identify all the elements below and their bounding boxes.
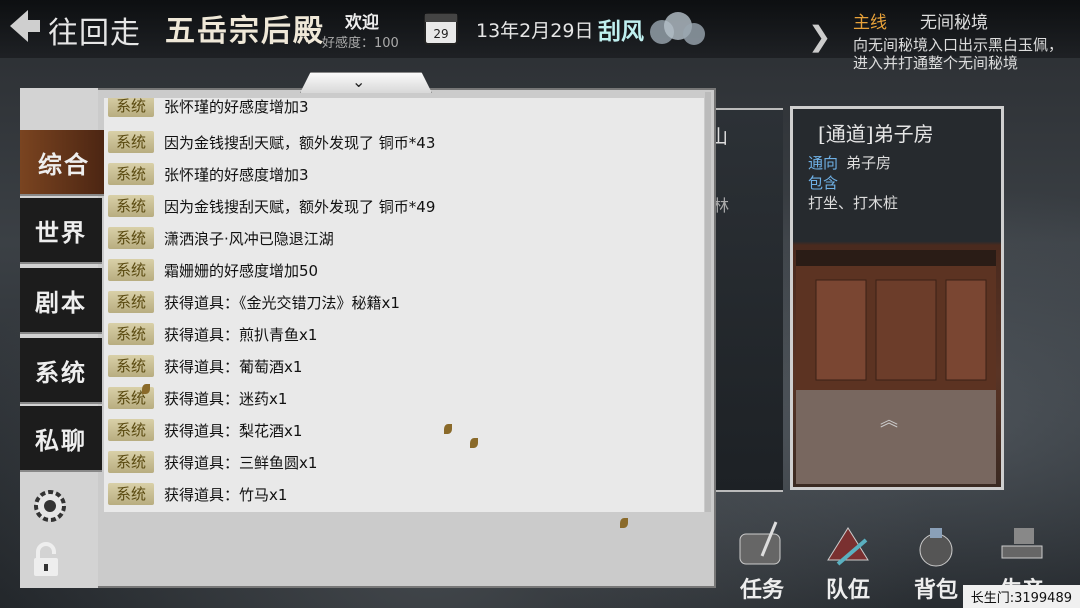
message-text: 获得道具：迷药x1 <box>164 389 288 408</box>
system-tag: 系统 <box>108 451 154 473</box>
message-text: 张怀瑾的好感度增加3 <box>164 98 309 116</box>
anvil-icon <box>992 520 1052 572</box>
chat-message: 系统 获得道具：葡萄酒x1 <box>108 352 700 380</box>
scroll-icon <box>732 520 792 572</box>
room-to-label: 通向 <box>808 154 839 172</box>
chat-message: 系统 获得道具：《金光交错刀法》秘籍x1 <box>108 288 700 316</box>
tab-script-label: 剧本 <box>35 287 87 317</box>
system-tag: 系统 <box>108 195 154 217</box>
system-tag: 系统 <box>108 323 154 345</box>
menu-task-button[interactable]: 任务 <box>722 520 802 608</box>
message-text: 获得道具：梨花酒x1 <box>164 421 303 440</box>
system-tag: 系统 <box>108 419 154 441</box>
chat-message: 系统 获得道具：梨花酒x1 <box>108 416 700 444</box>
chat-message-list[interactable]: 系统 张怀瑾的好感度增加3 系统 因为金钱搜刮天赋，额外发现了 铜币*43 系统 张怀… <box>104 98 704 512</box>
quest-expand-icon[interactable]: ❯ <box>808 20 831 53</box>
adjacent-location-card[interactable]: 山 林 <box>705 108 783 492</box>
message-text: 霜姗姗的好感度增加50 <box>164 261 319 280</box>
chat-message: 系统 霜姗姗的好感度增加50 <box>108 256 700 284</box>
system-tag: 系统 <box>108 131 154 153</box>
falling-leaf <box>444 424 452 434</box>
system-tag: 系统 <box>108 98 154 117</box>
system-tag: 系统 <box>108 483 154 505</box>
chat-message: 系统 因为金钱搜刮天赋，额外发现了 铜币*43 <box>108 128 700 156</box>
message-text: 张怀瑾的好感度增加3 <box>164 165 309 184</box>
chat-message: 系统 获得道具：煎扒青鱼x1 <box>108 320 700 348</box>
tab-private[interactable]: 私聊 <box>20 406 102 472</box>
weather-text: 刮风 <box>598 18 644 45</box>
falling-leaf <box>620 518 628 528</box>
system-tag: 系统 <box>108 259 154 281</box>
chat-scrollbar[interactable] <box>705 92 711 512</box>
system-tag: 系统 <box>108 355 154 377</box>
room-contains-value: 打坐、打木桩 <box>808 194 899 212</box>
room-to-value: 弟子房 <box>846 154 892 172</box>
bag-icon <box>906 520 966 572</box>
player-id: 长生门:3199489 <box>962 585 1080 608</box>
welcome-text: 欢迎 <box>345 13 379 33</box>
chat-message: 系统 获得道具：迷药x1 <box>108 384 700 412</box>
date-text: 13年2月29日 <box>476 20 594 42</box>
room-title: [通道]弟子房 <box>818 122 934 146</box>
svg-text:29: 29 <box>433 27 448 41</box>
tab-world[interactable]: 世界 <box>20 198 102 264</box>
room-contains-label: 包含 <box>808 174 839 192</box>
tab-system-label: 系统 <box>35 357 87 387</box>
calendar-icon[interactable]: 29 <box>421 8 461 48</box>
message-text: 潇洒浪子·风冲已隐退江湖 <box>164 229 334 248</box>
chat-message: 系统 因为金钱搜刮天赋，额外发现了 铜币*49 <box>108 192 700 220</box>
message-text: 获得道具：竹马x1 <box>164 485 288 504</box>
system-tag: 系统 <box>108 291 154 313</box>
message-text: 获得道具：《金光交错刀法》秘籍x1 <box>164 293 400 312</box>
chat-message: 系统 获得道具：竹马x1 <box>108 480 700 508</box>
falling-leaf <box>142 384 150 394</box>
message-text: 获得道具：煎扒青鱼x1 <box>164 325 318 344</box>
chat-message: 系统 张怀瑾的好感度增加3 <box>108 98 700 120</box>
back-button-label[interactable]: 往回走 <box>48 8 141 52</box>
chevron-down-icon[interactable]: ⌄ <box>352 72 365 91</box>
chat-message: 系统 获得道具：三鲜鱼圆x1 <box>108 448 700 476</box>
menu-team-label: 队伍 <box>825 577 870 603</box>
chat-collapse-handle[interactable] <box>300 72 432 93</box>
affinity-text: 好感度：100 <box>322 36 399 51</box>
tab-general[interactable]: 综合 <box>20 130 118 196</box>
gear-icon[interactable] <box>30 486 70 526</box>
team-icon <box>818 520 878 572</box>
chat-message: 系统 张怀瑾的好感度增加3 <box>108 160 700 188</box>
lock-icon[interactable] <box>26 540 66 580</box>
system-tag: 系统 <box>108 163 154 185</box>
scroll-up-icon[interactable]: ︽ <box>880 406 898 432</box>
menu-task-label: 任务 <box>739 577 784 603</box>
location-title: 五岳宗后殿 <box>165 14 325 49</box>
tab-system[interactable]: 系统 <box>20 338 102 404</box>
chat-message: 系统 潇洒浪子·风冲已隐退江湖 <box>108 224 700 252</box>
wind-cloud-icon <box>640 8 712 58</box>
quest-description[interactable]: 向无间秘境入口出示黑白玉佩，进入并打通整个无间秘境 <box>853 36 1073 72</box>
falling-leaf <box>470 438 478 448</box>
message-text: 获得道具：三鲜鱼圆x1 <box>164 453 318 472</box>
system-tag: 系统 <box>108 227 154 249</box>
tab-general-label: 综合 <box>38 149 90 179</box>
message-text: 获得道具：葡萄酒x1 <box>164 357 303 376</box>
quest-name[interactable]: 无间秘境 <box>920 8 988 33</box>
back-arrow-icon[interactable] <box>6 6 42 46</box>
tab-script[interactable]: 剧本 <box>20 268 102 334</box>
quest-type[interactable]: 主线 <box>853 8 887 33</box>
room-illustration <box>796 240 996 484</box>
tab-private-label: 私聊 <box>35 425 87 455</box>
tab-world-label: 世界 <box>35 217 87 247</box>
menu-team-button[interactable]: 队伍 <box>808 520 888 608</box>
message-text: 因为金钱搜刮天赋，额外发现了 铜币*49 <box>164 197 436 216</box>
message-text: 因为金钱搜刮天赋，额外发现了 铜币*43 <box>164 133 436 152</box>
